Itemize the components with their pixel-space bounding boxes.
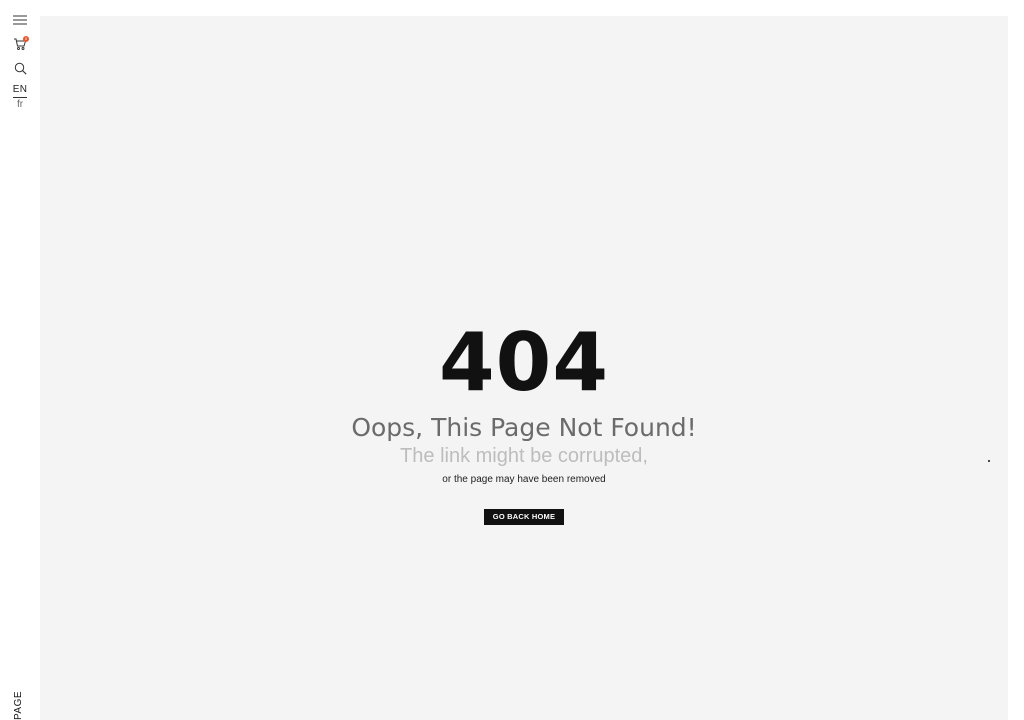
hamburger-menu-icon (13, 15, 27, 25)
decorative-dot (988, 460, 990, 462)
language-divider (13, 97, 27, 98)
search-icon (14, 62, 27, 75)
menu-button[interactable] (11, 12, 29, 28)
page: 0 EN fr PAGE 404 Oops, This Page Not Fou… (0, 0, 1024, 720)
vertical-page-label: PAGE (13, 690, 24, 720)
language-en[interactable]: EN (0, 84, 40, 95)
error-subline: The link might be corrupted, (400, 445, 648, 467)
language-fr[interactable]: fr (0, 99, 40, 110)
search-button[interactable] (11, 60, 29, 76)
error-code: 404 (439, 316, 609, 409)
cart-button[interactable]: 0 (11, 36, 29, 52)
go-back-home-button[interactable]: GO BACK HOME (483, 509, 565, 525)
main-content-area: 404 Oops, This Page Not Found! The link … (40, 16, 1008, 720)
error-block: 404 Oops, This Page Not Found! The link … (40, 321, 1008, 525)
error-headline: Oops, This Page Not Found! (351, 413, 697, 442)
cart-count-badge: 0 (23, 36, 29, 42)
error-note: or the page may have been removed (442, 474, 606, 485)
left-sidebar: 0 EN fr PAGE (0, 0, 40, 720)
